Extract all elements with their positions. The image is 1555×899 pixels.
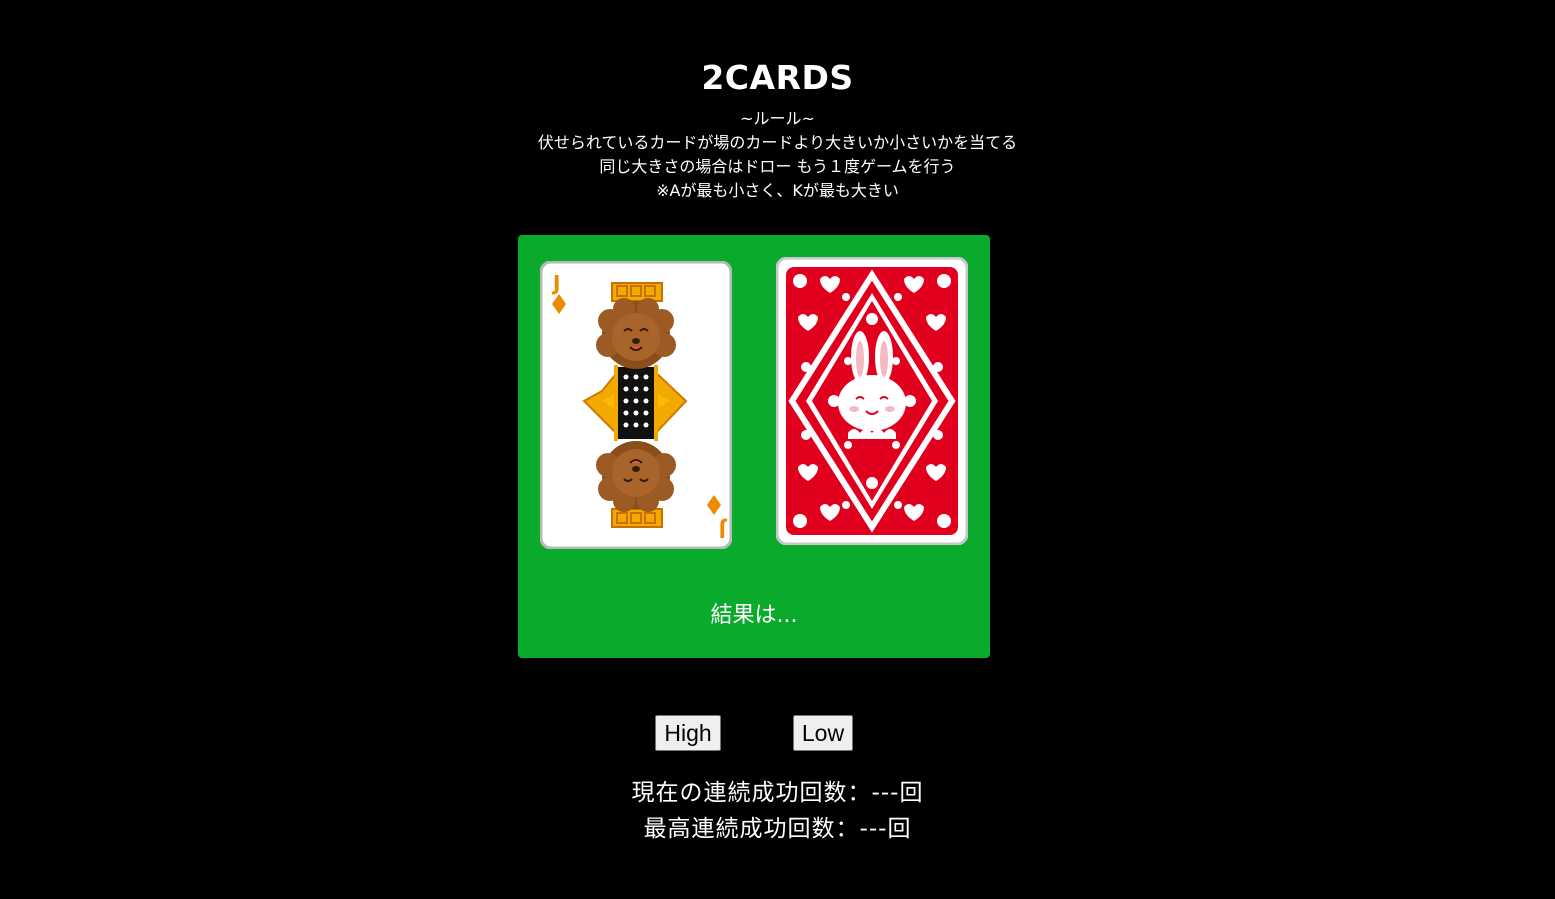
game-table: J J 結果は... bbox=[518, 235, 990, 658]
rules-line-3: ※Aが最も小さく、Kが最も大きい bbox=[656, 181, 899, 200]
card-rank-bottom: J bbox=[719, 518, 728, 542]
result-text: 結果は... bbox=[710, 603, 798, 628]
rules-heading: ~ルール~ bbox=[740, 109, 815, 128]
best-streak-text: 最高連続成功回数：---回 bbox=[643, 816, 912, 842]
rules-line-2: 同じ大きさの場合はドロー もう１度ゲームを行う bbox=[599, 157, 956, 176]
high-button[interactable]: High bbox=[655, 715, 721, 751]
rabbit-card-back-icon bbox=[776, 257, 968, 545]
dog-jack-icon: J J bbox=[540, 261, 732, 549]
rules-section: ~ルール~ 伏せられているカードが場のカードより大きいか小さいかを当てる 同じ大… bbox=[0, 107, 1555, 203]
face-down-card bbox=[776, 257, 968, 545]
card-rank-top: J bbox=[551, 271, 560, 295]
face-up-card: J J bbox=[540, 261, 732, 549]
page-title: 2CARDS bbox=[701, 58, 854, 97]
stats-section: 現在の連続成功回数：---回 最高連続成功回数：---回 bbox=[0, 775, 1555, 847]
current-streak-text: 現在の連続成功回数：---回 bbox=[631, 780, 924, 806]
low-button[interactable]: Low bbox=[793, 715, 853, 751]
game-page: 2CARDS ~ルール~ 伏せられているカードが場のカードより大きいか小さいかを… bbox=[0, 0, 1555, 899]
rules-line-1: 伏せられているカードが場のカードより大きいか小さいかを当てる bbox=[537, 133, 1018, 152]
